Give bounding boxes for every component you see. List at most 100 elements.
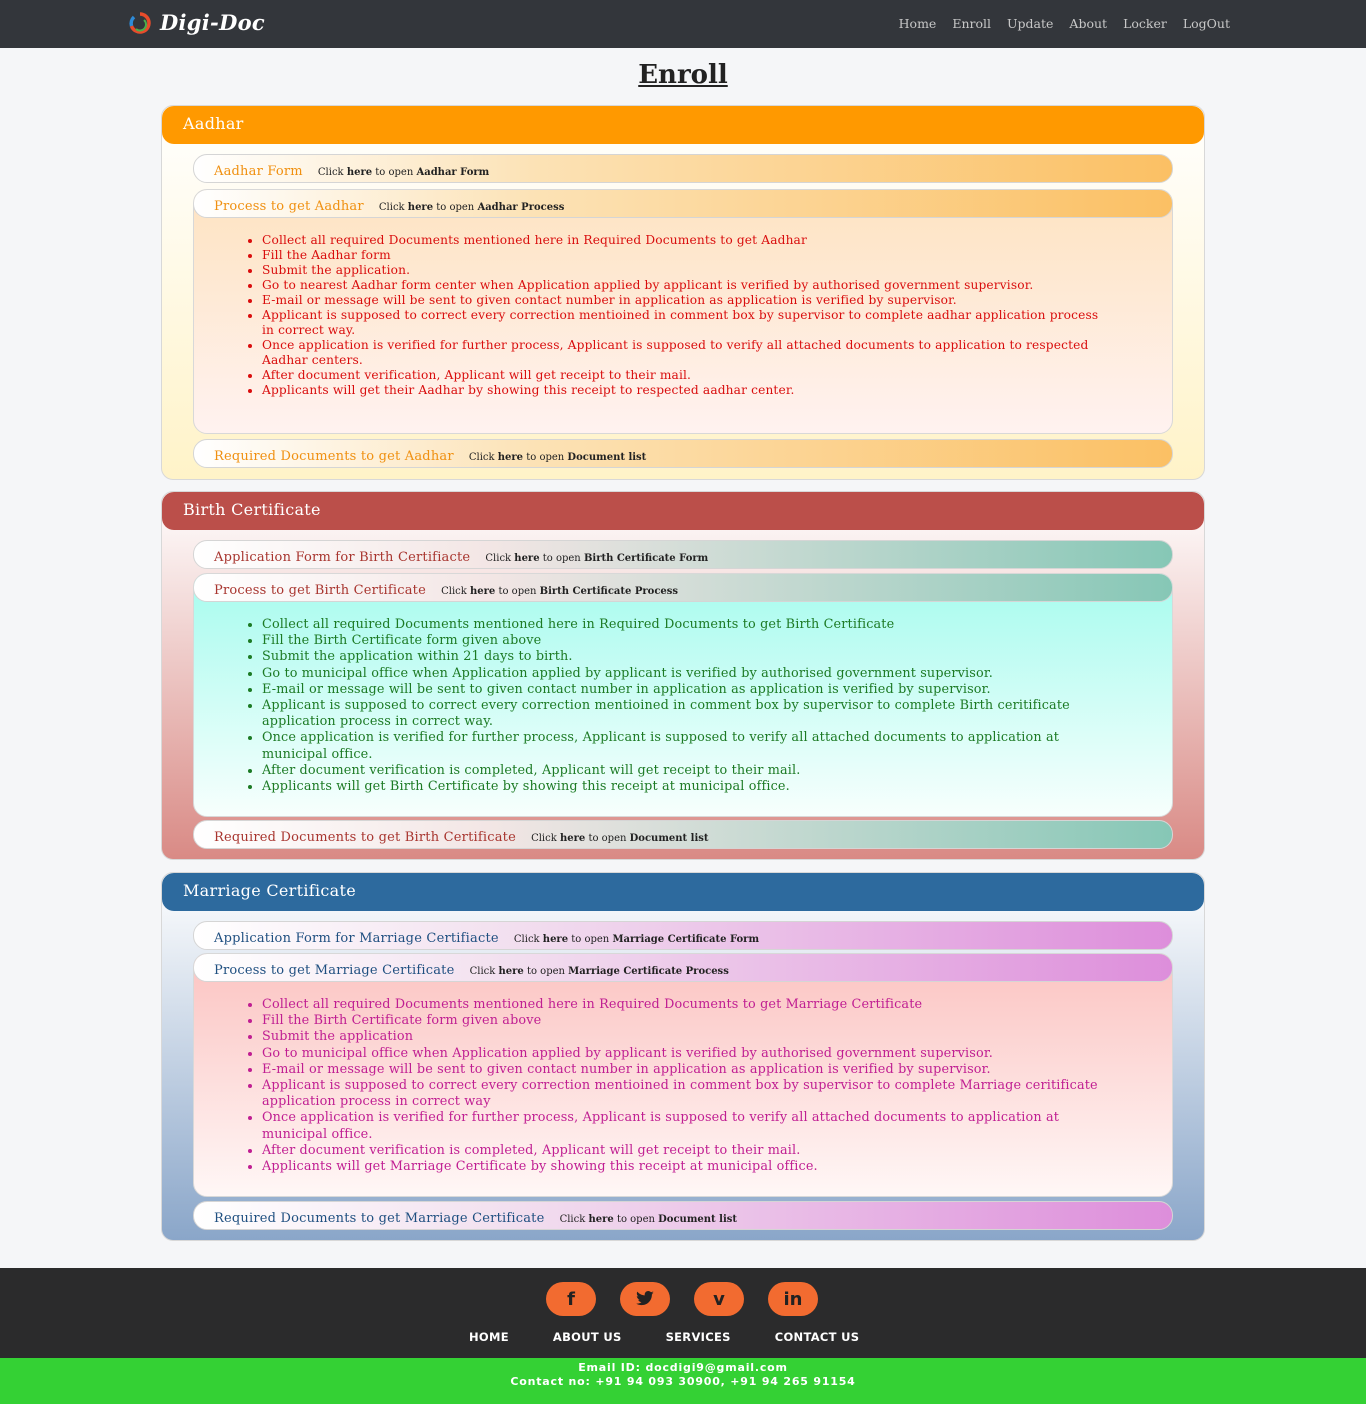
- list-item: Submit the application: [262, 1029, 1114, 1045]
- list-item: Go to nearest Aadhar form center when Ap…: [262, 278, 1114, 293]
- footer-link-about[interactable]: ABOUT US: [553, 1330, 622, 1344]
- twitter-icon[interactable]: [620, 1282, 670, 1316]
- hint-click: Click: [317, 167, 344, 178]
- aadhar-docs-link[interactable]: here: [498, 452, 523, 463]
- nav-about[interactable]: About: [1069, 16, 1107, 31]
- nav-logout[interactable]: LogOut: [1183, 16, 1230, 31]
- footer: f v in HOME ABOUT US SERVICES CONTACT US: [0, 1268, 1366, 1358]
- nav-update[interactable]: Update: [1007, 16, 1053, 31]
- aadhar-form-link[interactable]: here: [347, 167, 372, 178]
- hint-to-open: to open: [542, 553, 581, 564]
- hint-target: Document list: [658, 1214, 737, 1225]
- aadhar-docs-row[interactable]: Required Documents to get Aadhar Click h…: [193, 439, 1173, 468]
- list-item: Go to municipal office when Application …: [262, 666, 1114, 682]
- birth-form-hint: Click here to open Birth Certificate For…: [485, 553, 708, 564]
- aadhar-form-hint: Click here to open Aadhar Form: [318, 167, 489, 178]
- list-item: Applicants will get Marriage Certificate…: [262, 1159, 1114, 1175]
- birth-docs-title[interactable]: Required Documents to get Birth Certific…: [214, 830, 516, 845]
- list-item: After document verification is completed…: [262, 1143, 1114, 1159]
- marriage-form-row[interactable]: Application Form for Marriage Certifiact…: [193, 921, 1173, 950]
- birth-form-row[interactable]: Application Form for Birth Certifiacte C…: [193, 540, 1173, 569]
- list-item: Collect all required Documents mentioned…: [262, 233, 1114, 248]
- hint-target: Marriage Certificate Form: [612, 934, 760, 945]
- birth-process-title[interactable]: Process to get Birth Certificate: [214, 583, 426, 598]
- birth-steps-list: Collect all required Documents mentioned…: [194, 603, 1114, 795]
- nav-home[interactable]: Home: [899, 16, 937, 31]
- birth-process-link[interactable]: here: [470, 586, 495, 597]
- birth-docs-row[interactable]: Required Documents to get Birth Certific…: [193, 820, 1173, 849]
- list-item: Applicants will get their Aadhar by show…: [262, 383, 1114, 398]
- hint-click: Click: [441, 586, 467, 597]
- hint-click: Click: [468, 452, 495, 463]
- birth-form-link[interactable]: here: [514, 553, 539, 564]
- hint-click: Click: [559, 1214, 586, 1225]
- hint-target: Birth Certificate Form: [583, 553, 709, 564]
- page-title: Enroll: [638, 60, 728, 90]
- list-item: After document verification, Applicant w…: [262, 368, 1114, 383]
- list-item: Submit the application.: [262, 263, 1114, 278]
- aadhar-docs-title[interactable]: Required Documents to get Aadhar: [214, 449, 454, 464]
- marriage-form-link[interactable]: here: [543, 934, 568, 945]
- aadhar-form-title[interactable]: Aadhar Form: [214, 164, 303, 179]
- marriage-section-header: Marriage Certificate: [162, 873, 1204, 911]
- facebook-icon[interactable]: f: [546, 1282, 596, 1316]
- marriage-steps-list: Collect all required Documents mentioned…: [194, 983, 1114, 1175]
- marriage-form-title[interactable]: Application Form for Marriage Certifiact…: [214, 931, 499, 946]
- hint-to-open: to open: [571, 934, 610, 945]
- marriage-docs-link[interactable]: here: [588, 1214, 613, 1225]
- aadhar-process-panel: Process to get Aadhar Click here to open…: [193, 189, 1173, 434]
- aadhar-form-row[interactable]: Aadhar Form Click here to open Aadhar Fo…: [193, 154, 1173, 183]
- nav-locker[interactable]: Locker: [1123, 16, 1167, 31]
- birth-docs-link[interactable]: here: [560, 833, 585, 844]
- footer-nav: HOME ABOUT US SERVICES CONTACT US: [469, 1330, 859, 1344]
- aadhar-section: Aadhar Aadhar Form Click here to open Aa…: [161, 105, 1205, 480]
- marriage-process-row[interactable]: Process to get Marriage Certificate Clic…: [194, 954, 1172, 982]
- aadhar-process-title[interactable]: Process to get Aadhar: [214, 199, 364, 214]
- list-item: Go to municipal office when Application …: [262, 1046, 1114, 1062]
- marriage-process-link[interactable]: here: [499, 966, 524, 977]
- linkedin-icon[interactable]: in: [768, 1282, 818, 1316]
- aadhar-section-header: Aadhar: [162, 106, 1204, 144]
- hint-click: Click: [378, 202, 405, 213]
- aadhar-process-hint: Click here to open Aadhar Process: [379, 202, 564, 213]
- contact-phone: Contact no: +91 94 093 30900, +91 94 265…: [510, 1375, 856, 1388]
- navbar: Digi-Doc Home Enroll Update About Locker…: [0, 0, 1366, 48]
- hint-target: Document list: [567, 452, 647, 463]
- hint-to-open: to open: [526, 452, 565, 463]
- footer-link-contact[interactable]: CONTACT US: [775, 1330, 860, 1344]
- list-item: Fill the Birth Certificate form given ab…: [262, 1013, 1114, 1029]
- birth-form-title[interactable]: Application Form for Birth Certifiacte: [214, 550, 470, 565]
- list-item: Fill the Aadhar form: [262, 248, 1114, 263]
- footer-link-services[interactable]: SERVICES: [666, 1330, 731, 1344]
- brand-name: Digi-Doc: [160, 10, 265, 35]
- marriage-process-title[interactable]: Process to get Marriage Certificate: [214, 963, 455, 978]
- hint-click: Click: [485, 553, 512, 564]
- list-item: Once application is verified for further…: [262, 730, 1114, 762]
- hint-click: Click: [513, 934, 540, 945]
- marriage-docs-title[interactable]: Required Documents to get Marriage Certi…: [214, 1211, 544, 1226]
- birth-process-panel: Process to get Birth Certificate Click h…: [193, 573, 1173, 817]
- footer-link-home[interactable]: HOME: [469, 1330, 509, 1344]
- marriage-docs-row[interactable]: Required Documents to get Marriage Certi…: [193, 1201, 1173, 1230]
- birth-section: Birth Certificate Application Form for B…: [161, 491, 1205, 860]
- aadhar-process-link[interactable]: here: [408, 202, 433, 213]
- birth-docs-hint: Click here to open Document list: [531, 833, 708, 844]
- birth-section-header: Birth Certificate: [162, 492, 1204, 530]
- hint-target: Aadhar Form: [416, 167, 490, 178]
- vimeo-icon[interactable]: v: [694, 1282, 744, 1316]
- hint-to-open: to open: [588, 833, 627, 844]
- birth-process-row[interactable]: Process to get Birth Certificate Click h…: [194, 574, 1172, 602]
- list-item: Applicant is supposed to correct every c…: [262, 698, 1114, 730]
- hint-click: Click: [531, 833, 557, 844]
- list-item: Collect all required Documents mentioned…: [262, 617, 1114, 633]
- nav-enroll[interactable]: Enroll: [952, 16, 991, 31]
- aadhar-process-row[interactable]: Process to get Aadhar Click here to open…: [194, 190, 1172, 218]
- brand[interactable]: Digi-Doc: [128, 10, 265, 35]
- aadhar-steps-list: Collect all required Documents mentioned…: [194, 219, 1114, 398]
- hint-target: Marriage Certificate Process: [568, 966, 729, 977]
- list-item: Collect all required Documents mentioned…: [262, 997, 1114, 1013]
- list-item: Once application is verified for further…: [262, 1110, 1114, 1142]
- contact-email: Email ID: docdigi9@gmail.com: [578, 1361, 788, 1374]
- nav-menu: Home Enroll Update About Locker LogOut: [899, 16, 1230, 31]
- list-item: Applicant is supposed to correct every c…: [262, 1078, 1114, 1110]
